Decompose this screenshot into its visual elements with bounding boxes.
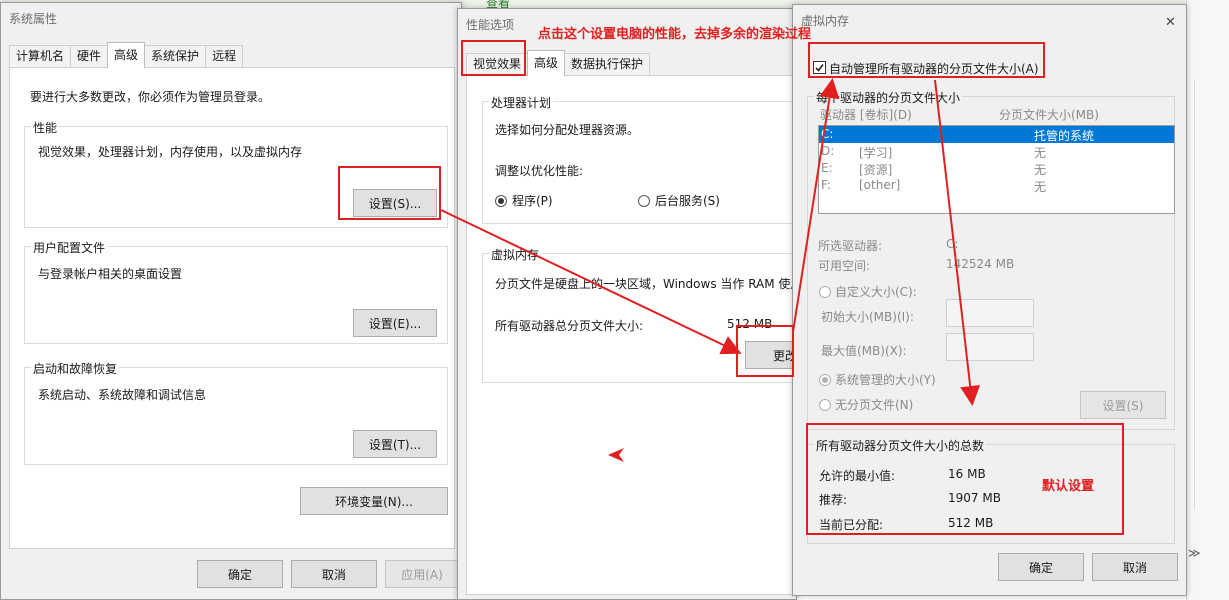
stray-arrowhead xyxy=(608,448,624,462)
annotation-arrows xyxy=(440,78,981,462)
tab-advanced[interactable]: 高级 xyxy=(107,42,146,68)
tab-advanced-perf[interactable]: 高级 xyxy=(527,50,566,76)
arrow-to-change-button xyxy=(440,209,742,355)
arrow-to-auto-manage xyxy=(792,78,840,333)
arrow-to-totals xyxy=(934,79,981,406)
